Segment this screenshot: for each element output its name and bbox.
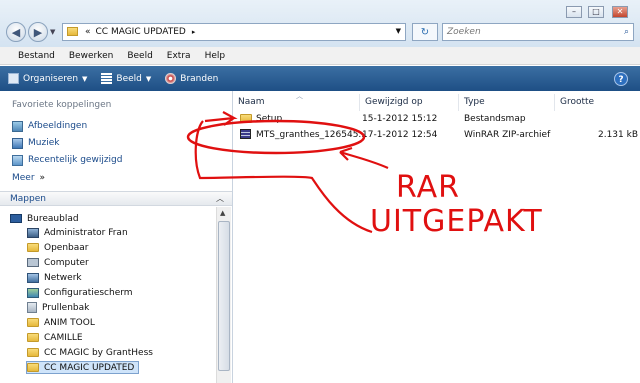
annotation-line bbox=[194, 120, 373, 234]
annotation-uitgepakt: UITGEPAKT bbox=[370, 204, 543, 239]
highlight-circle bbox=[186, 119, 366, 155]
annotation-overlay bbox=[186, 111, 389, 234]
annotation-rar: RAR bbox=[396, 170, 460, 205]
arrow-to-archive bbox=[339, 146, 389, 170]
